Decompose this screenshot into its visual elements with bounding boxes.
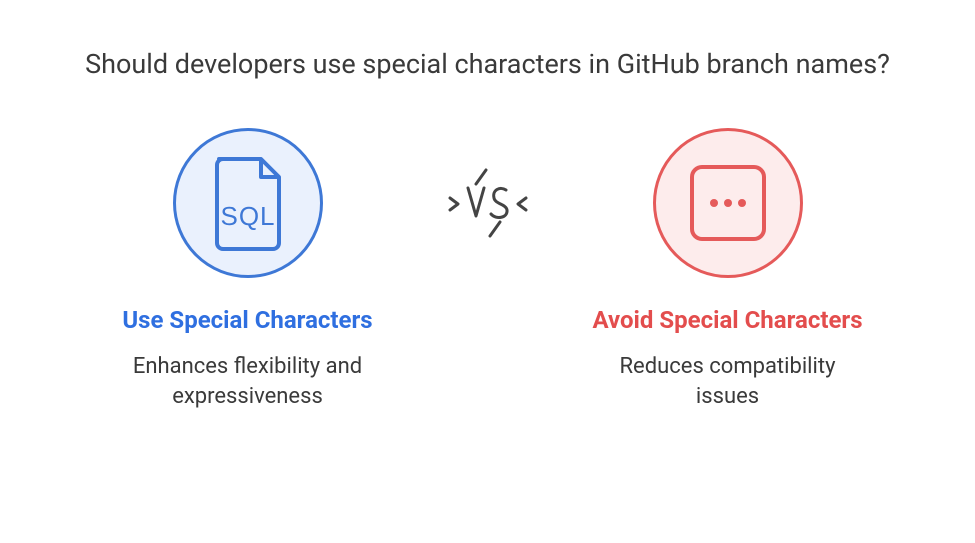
left-option-title: Use Special Characters <box>122 306 372 334</box>
ellipsis-box-icon <box>680 155 776 251</box>
question-heading: Should developers use special characters… <box>85 48 890 80</box>
right-option-desc: Reduces compatibility issues <box>588 352 868 411</box>
option-right: Avoid Special Characters Reduces compati… <box>568 128 888 411</box>
right-option-title: Avoid Special Characters <box>592 306 862 334</box>
comparison-row: SQL Use Special Characters Enhances flex… <box>0 128 975 411</box>
option-left: SQL Use Special Characters Enhances flex… <box>88 128 408 411</box>
vs-divider <box>408 128 568 278</box>
left-circle: SQL <box>173 128 323 278</box>
sql-file-icon: SQL <box>209 155 287 251</box>
svg-text:SQL: SQL <box>220 201 275 231</box>
left-option-desc: Enhances flexibility and expressiveness <box>108 352 388 411</box>
right-circle <box>653 128 803 278</box>
vs-icon <box>440 164 536 242</box>
